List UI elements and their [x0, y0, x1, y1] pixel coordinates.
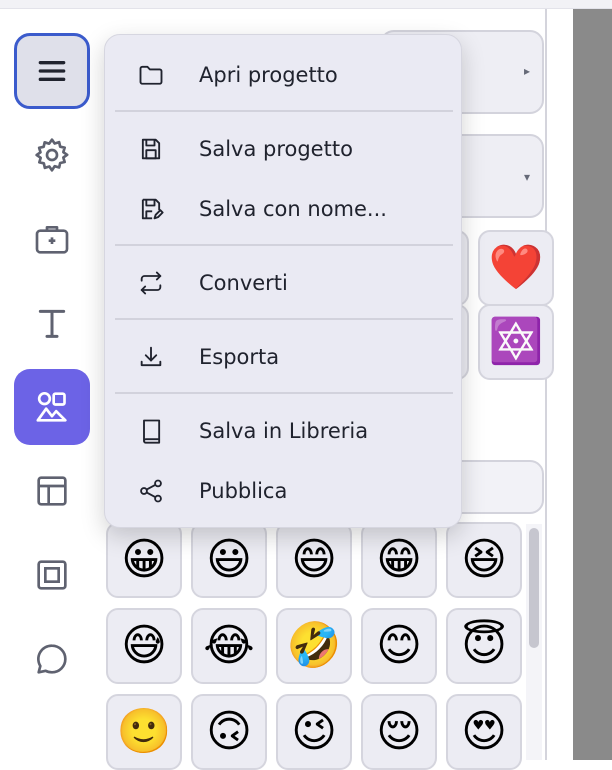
settings-button[interactable] — [14, 117, 90, 193]
top-strip — [0, 0, 612, 8]
text-button[interactable] — [14, 285, 90, 361]
emoji-tile[interactable]: ❤️ — [478, 230, 554, 306]
menu-item-label: Salva in Libreria — [199, 419, 369, 443]
toolbox-button[interactable] — [14, 201, 90, 277]
emoji-tile[interactable]: 😍 — [446, 694, 522, 770]
elements-button[interactable] — [14, 369, 90, 445]
save-icon — [141, 138, 161, 160]
menu-item-save-as[interactable]: Salva con nome... — [119, 184, 449, 234]
emoji-tile[interactable]: 😅 — [106, 608, 182, 684]
menu-item-label: Pubblica — [199, 479, 288, 503]
emoji-tile[interactable]: 🙃 — [191, 694, 267, 770]
file-menu: Apri progetto Salva progetto Salva con n… — [104, 34, 462, 528]
menu-item-save-project[interactable]: Salva progetto — [119, 124, 449, 174]
emoji-tile[interactable]: 😆 — [446, 522, 522, 598]
frame-button[interactable] — [14, 537, 90, 613]
briefcase-icon — [35, 226, 69, 254]
menu-divider — [115, 110, 453, 112]
menu-item-label: Salva progetto — [199, 137, 353, 161]
emoji-tile[interactable]: 😃 — [191, 522, 267, 598]
text-icon — [38, 309, 66, 338]
hamburger-icon — [38, 61, 66, 82]
caret-right-icon: ▸ — [523, 64, 530, 78]
book-icon — [143, 419, 161, 444]
caret-down-icon: ▾ — [523, 170, 530, 184]
chat-bubble-icon — [37, 644, 67, 674]
emoji-tile[interactable]: 😁 — [361, 522, 437, 598]
emoji-tile[interactable]: 😇 — [446, 608, 522, 684]
emoji-tile[interactable]: 😉 — [276, 694, 352, 770]
save-as-icon — [141, 198, 164, 220]
download-icon — [140, 346, 162, 367]
emoji-tile[interactable]: 🔯 — [478, 304, 554, 380]
menu-item-convert[interactable]: Converti — [119, 258, 449, 308]
emoji-tile[interactable]: 🤣 — [276, 608, 352, 684]
canvas-edge — [573, 9, 612, 760]
convert-icon — [140, 271, 162, 295]
menu-divider — [115, 392, 453, 394]
menu-item-export[interactable]: Esporta — [119, 332, 449, 382]
menu-item-label: Salva con nome... — [199, 197, 387, 221]
menu-item-save-to-library[interactable]: Salva in Libreria — [119, 406, 449, 456]
emoji-tile[interactable]: 😄 — [276, 522, 352, 598]
menu-item-publish[interactable]: Pubblica — [119, 466, 449, 516]
layout-button[interactable] — [14, 453, 90, 529]
menu-divider — [115, 244, 453, 246]
emoji-scrollbar-thumb[interactable] — [529, 528, 539, 648]
panel-gutter — [547, 9, 573, 760]
gear-icon — [35, 138, 69, 172]
menu-item-label: Converti — [199, 271, 288, 295]
emoji-tile[interactable]: 😂 — [191, 608, 267, 684]
frame-icon — [37, 560, 67, 590]
left-sidebar — [0, 9, 104, 760]
emoji-tile[interactable]: 🙂 — [106, 694, 182, 770]
share-icon — [140, 479, 162, 503]
layout-icon — [37, 476, 67, 506]
shapes-icon — [36, 391, 67, 422]
emoji-tile[interactable]: 😊 — [361, 608, 437, 684]
comments-button[interactable] — [14, 621, 90, 697]
menu-item-label: Esporta — [199, 345, 280, 369]
menu-item-label: Apri progetto — [199, 63, 338, 87]
emoji-tile[interactable]: 😀 — [106, 522, 182, 598]
menu-item-open-project[interactable]: Apri progetto — [119, 50, 449, 100]
menu-button[interactable] — [14, 33, 90, 109]
menu-divider — [115, 318, 453, 320]
emoji-tile[interactable]: 😌 — [361, 694, 437, 770]
folder-icon — [139, 65, 163, 85]
